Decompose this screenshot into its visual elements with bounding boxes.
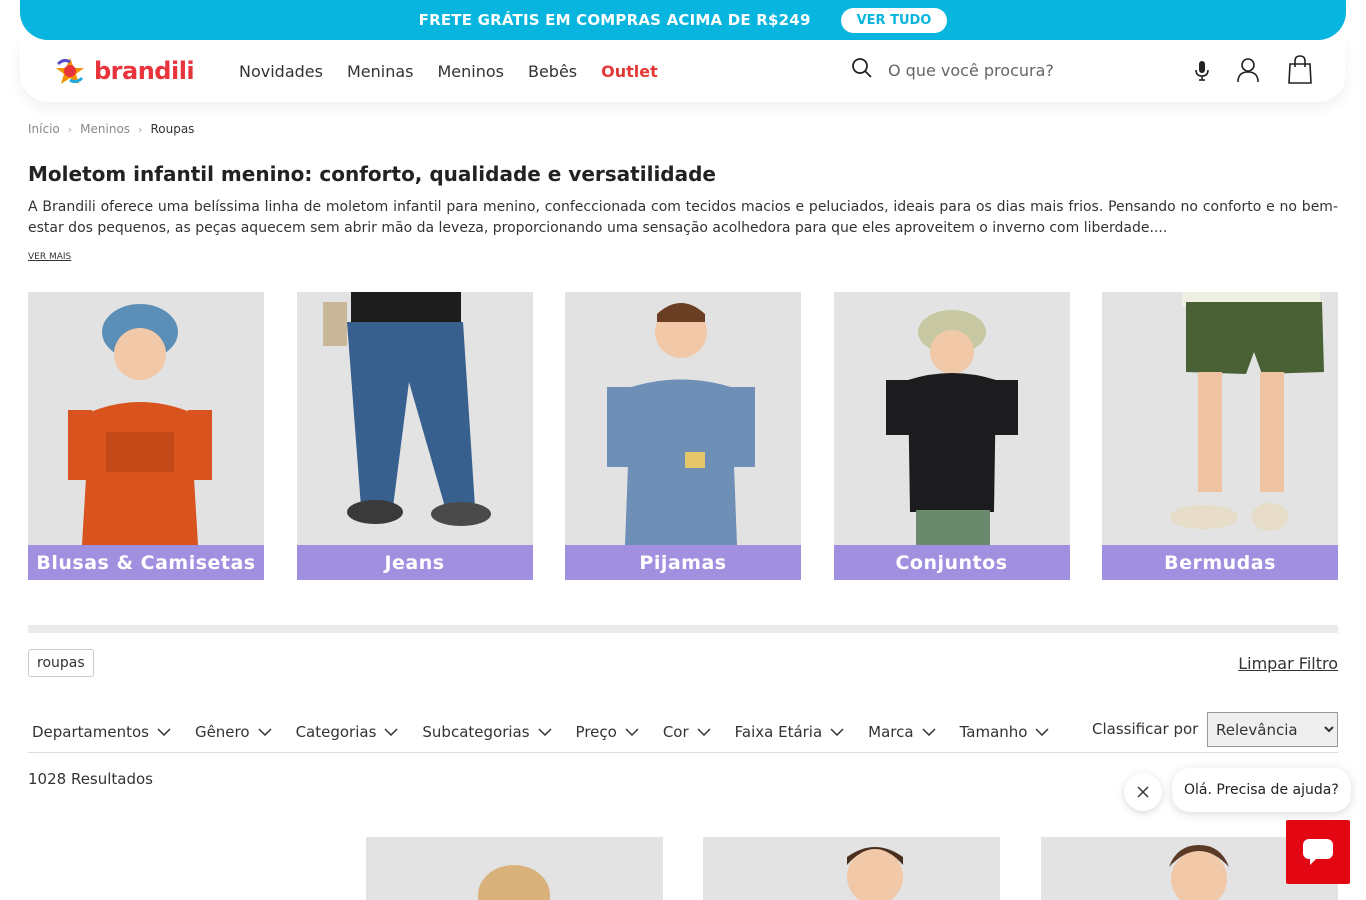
filter-genero[interactable]: Gênero [191,723,272,741]
chevron-down-icon [1035,728,1049,736]
shopping-bag-icon[interactable] [1287,55,1313,85]
chat-launcher-button[interactable] [1286,820,1350,884]
promo-text: FRETE GRÁTIS EM COMPRAS ACIMA DE R$249 [418,11,811,29]
chevron-down-icon [384,728,398,736]
filter-faixa-etaria[interactable]: Faixa Etária [731,723,845,741]
see-all-button[interactable]: VER TUDO [840,7,948,33]
nav-bebes[interactable]: Bebês [528,62,577,81]
chevron-down-icon [157,728,171,736]
microphone-icon[interactable] [1194,60,1210,82]
page-title: Moletom infantil menino: conforto, quali… [28,162,716,186]
active-filter-chip[interactable]: roupas [28,649,94,677]
category-card-blusas[interactable]: Blusas & Camisetas [28,292,264,580]
category-card-conjuntos[interactable]: Conjuntos [833,292,1070,580]
filter-categorias[interactable]: Categorias [292,723,399,741]
chat-close-button[interactable] [1124,773,1162,811]
filter-preco[interactable]: Preço [572,723,639,741]
promo-bar: FRETE GRÁTIS EM COMPRAS ACIMA DE R$249 V… [20,0,1346,40]
boy-tshirt-photo [28,292,264,545]
chat-greeting-bubble[interactable]: Olá. Precisa de ajuda? [1172,768,1351,812]
breadcrumb-current: Roupas [150,122,195,136]
breadcrumb-home[interactable]: Início [28,122,60,136]
filter-label: Cor [662,723,689,741]
nav-meninos[interactable]: Meninos [437,62,504,81]
search-icon[interactable] [850,56,874,80]
filter-label: Faixa Etária [734,723,823,741]
chevron-down-icon [625,728,639,736]
chevron-down-icon [830,728,844,736]
filter-label: Gênero [194,723,250,741]
product-card[interactable] [366,837,663,900]
breadcrumb: Início › Meninos › Roupas [28,122,194,136]
shorts-photo [1102,292,1338,545]
filter-label: Marca [868,723,914,741]
brandili-logo-icon [56,58,84,84]
nav-novidades[interactable]: Novidades [239,62,323,81]
product-photo [366,837,663,900]
category-label: Bermudas [1102,545,1338,580]
site-header: brandili Novidades Meninas Meninos Bebês… [20,40,1346,102]
logo[interactable]: brandili [54,56,195,86]
nav-meninas[interactable]: Meninas [347,62,414,81]
chevron-down-icon [258,728,272,736]
filter-bar: Departamentos Gênero Categorias Subcateg… [28,712,1338,753]
nav-outlet[interactable]: Outlet [601,62,658,81]
filter-marca[interactable]: Marca [864,723,936,741]
chevron-down-icon [697,728,711,736]
close-icon [1137,786,1149,798]
filter-cor[interactable]: Cor [659,723,711,741]
boy-polo-photo [833,292,1070,545]
filter-label: Departamentos [32,723,149,741]
chevron-right-icon: › [67,122,73,136]
sort-select[interactable]: Relevância [1207,712,1338,747]
sort-label: Classificar por [1092,720,1199,738]
category-label: Conjuntos [833,545,1070,580]
filter-departamentos[interactable]: Departamentos [28,723,171,741]
filter-label: Subcategorias [422,723,530,741]
chat-icon [1303,839,1333,865]
search-input[interactable] [888,56,1168,84]
clear-filter-link[interactable]: Limpar Filtro [1238,654,1338,673]
filter-label: Tamanho [959,723,1028,741]
jeans-photo [296,292,533,545]
user-icon[interactable] [1236,57,1260,83]
category-card-pijamas[interactable]: Pijamas [565,292,801,580]
chevron-down-icon [922,728,936,736]
chevron-right-icon: › [138,122,143,136]
product-card[interactable] [703,837,1000,900]
category-carousel: Blusas & Camisetas Jeans Pijamas Conjunt… [28,292,1338,580]
category-label: Blusas & Camisetas [28,545,264,580]
filter-label: Categorias [295,723,377,741]
chevron-down-icon [538,728,552,736]
main-nav: Novidades Meninas Meninos Bebês Outlet [239,40,658,102]
see-more-link[interactable]: VER MAIS [28,252,71,262]
category-label: Jeans [296,545,533,580]
category-description: A Brandili oferece uma belíssima linha d… [28,199,1338,236]
filter-subcategorias[interactable]: Subcategorias [418,723,552,741]
section-divider [28,625,1338,633]
category-card-bermudas[interactable]: Bermudas [1102,292,1338,580]
logo-text: brandili [94,57,195,85]
pajama-photo [565,292,801,545]
results-count: 1028 Resultados [28,770,153,788]
category-card-jeans[interactable]: Jeans [296,292,533,580]
product-photo [703,837,1000,900]
breadcrumb-meninos[interactable]: Meninos [80,122,130,136]
filter-tamanho[interactable]: Tamanho [956,723,1050,741]
filter-label: Preço [575,723,617,741]
category-label: Pijamas [565,545,801,580]
